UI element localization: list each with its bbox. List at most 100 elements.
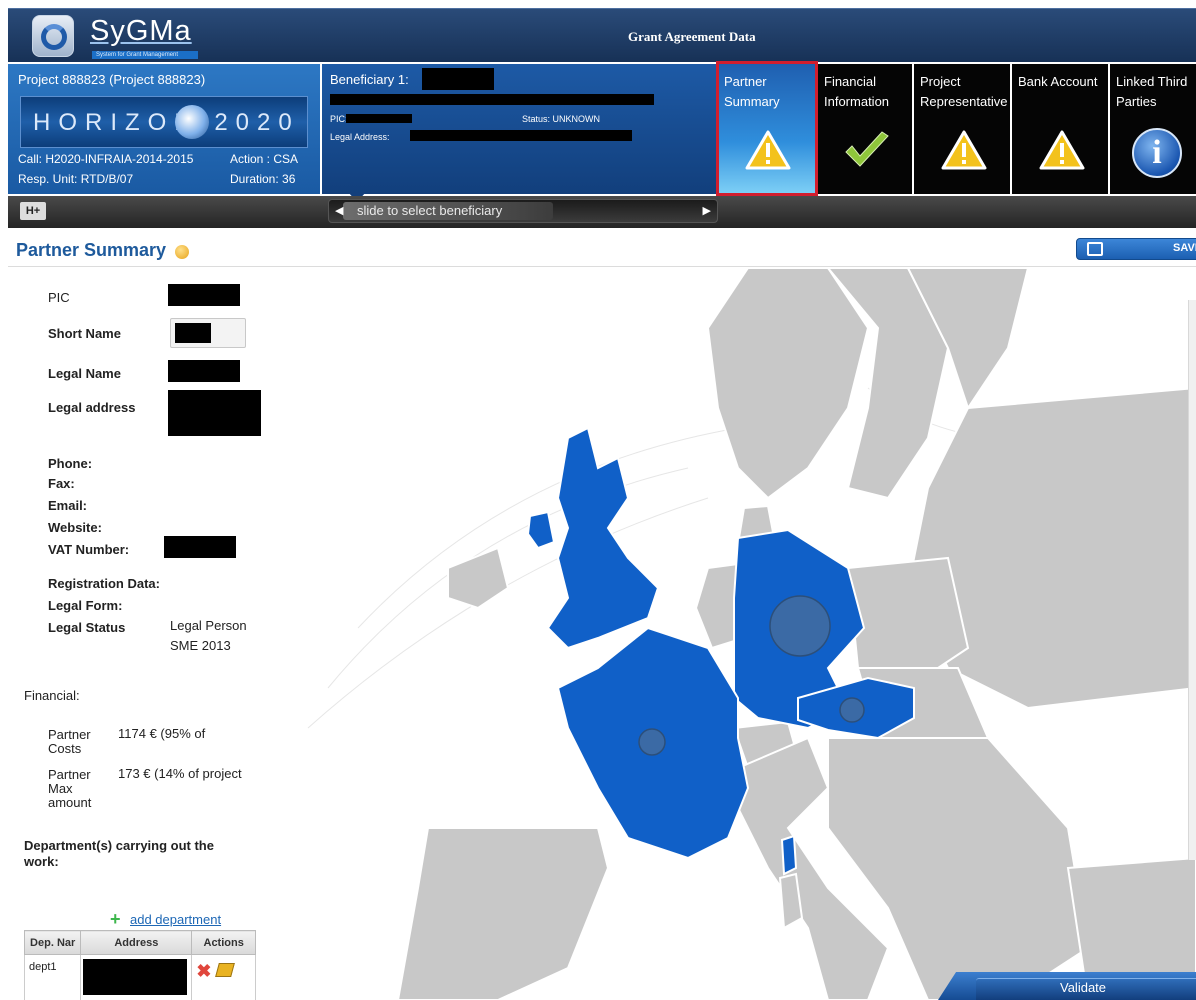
sme-status-value: SME 2013 bbox=[170, 638, 231, 653]
beneficiary-title: Beneficiary 1: bbox=[330, 72, 409, 87]
warning-icon bbox=[941, 130, 987, 170]
country-shape bbox=[396, 827, 610, 1000]
status-dot-icon bbox=[175, 245, 189, 259]
horizon-2020-logo: HORIZON 2020 bbox=[20, 96, 308, 148]
column-header[interactable]: Dep. Nar bbox=[23, 930, 82, 955]
beneficiary-slider[interactable]: ◀ slide to select beneficiary ▶ bbox=[328, 199, 718, 223]
registration-data-label: Registration Data: bbox=[48, 576, 160, 591]
save-button[interactable]: SAVE bbox=[1076, 238, 1196, 260]
validate-button[interactable]: Validate bbox=[938, 972, 1196, 1000]
departments-table: Dep. Nar Address Actions dept1 ✖ bbox=[23, 930, 256, 1000]
app-title: Grant Agreement Data bbox=[628, 29, 756, 44]
logo-subtitle: System for Grant Management bbox=[92, 51, 198, 59]
legal-status-value: Legal Person bbox=[170, 618, 247, 633]
redacted-legal-name bbox=[168, 360, 240, 382]
logo-text[interactable]: SyGMa bbox=[90, 15, 192, 48]
column-header[interactable]: Actions bbox=[191, 930, 256, 955]
call-id: Call: H2020-INFRAIA-2014-2015 bbox=[18, 152, 194, 166]
legal-status-label: Legal Status bbox=[48, 620, 126, 635]
plus-icon: + bbox=[110, 909, 121, 929]
legal-form-label: Legal Form: bbox=[48, 598, 123, 613]
redacted-vat-number bbox=[164, 536, 236, 558]
europe-map[interactable] bbox=[268, 268, 1196, 1000]
redacted-legal-address bbox=[168, 390, 261, 436]
tab-linked-third-parties[interactable]: Linked Third Parties i bbox=[1110, 64, 1196, 194]
country-highlight-ireland bbox=[526, 510, 556, 550]
partner-costs-label: Partner Costs bbox=[48, 727, 91, 756]
expand-button[interactable]: H+ bbox=[20, 202, 46, 220]
tab-financial-information[interactable]: Financial Information bbox=[818, 64, 912, 194]
responsible-unit: Resp. Unit: RTD/B/07 bbox=[18, 172, 134, 186]
slider-text: slide to select beneficiary bbox=[357, 203, 503, 218]
warning-icon bbox=[1039, 130, 1085, 170]
participation-bubble bbox=[638, 728, 666, 756]
programme-name: HORIZON 2020 bbox=[33, 109, 300, 136]
tab-project-representative[interactable]: Project Representative bbox=[914, 64, 1010, 194]
country-shape bbox=[706, 268, 870, 500]
participation-bubble bbox=[839, 697, 865, 723]
beneficiary-slide-bar: H+ ◀ slide to select beneficiary ▶ bbox=[8, 196, 1196, 228]
project-title: Project 888823 (Project 888823) bbox=[18, 72, 206, 87]
globe-icon bbox=[175, 105, 209, 139]
header-divider bbox=[8, 266, 1196, 267]
tab-label: Project Representative bbox=[920, 74, 1008, 109]
legal-address-label: Legal address bbox=[48, 400, 136, 415]
sygma-logo-icon[interactable] bbox=[32, 15, 74, 57]
beneficiary-panel: Beneficiary 1: PIC: Status: UNKNOWN Lega… bbox=[322, 64, 716, 194]
beneficiary-legal-address-label: Legal Address: bbox=[330, 132, 390, 142]
duration: Duration: 36 bbox=[230, 172, 296, 186]
legal-name-label: Legal Name bbox=[48, 366, 121, 381]
project-info-panel: Project 888823 (Project 888823) HORIZON … bbox=[8, 64, 320, 194]
partner-details-panel: PIC Short Name Legal Name Legal address … bbox=[8, 268, 264, 1000]
add-department-link[interactable]: + add department bbox=[110, 910, 222, 928]
validate-label: Validate bbox=[1060, 980, 1107, 995]
tab-bank-account[interactable]: Bank Account bbox=[1012, 64, 1108, 194]
partner-max-amount-label: Partner Max amount bbox=[48, 767, 92, 810]
tab-label: Linked Third Parties bbox=[1116, 74, 1188, 109]
short-name-field[interactable] bbox=[170, 318, 246, 348]
table-header-row: Dep. Nar Address Actions bbox=[23, 930, 256, 955]
save-label: SAVE bbox=[1173, 242, 1196, 254]
fax-label: Fax: bbox=[48, 476, 75, 491]
phone-label: Phone: bbox=[48, 456, 93, 471]
slider-left-arrow-icon[interactable]: ◀ bbox=[335, 204, 343, 217]
check-icon bbox=[845, 131, 889, 167]
delete-icon[interactable]: ✖ bbox=[196, 961, 211, 981]
vat-number-label: VAT Number: bbox=[48, 542, 130, 557]
departments-heading: Department(s) carrying out the work: bbox=[24, 838, 214, 869]
department-address-cell bbox=[80, 954, 193, 1000]
column-header[interactable]: Address bbox=[80, 930, 193, 955]
participation-bubble bbox=[769, 595, 831, 657]
partner-max-amount-value: 173 € (14% of project bbox=[118, 766, 242, 781]
redacted-pic-value bbox=[168, 284, 240, 306]
map-scrollbar[interactable] bbox=[1188, 300, 1196, 860]
redacted-pic bbox=[346, 114, 412, 123]
page-title: Partner Summary bbox=[16, 240, 167, 260]
slider-right-arrow-icon[interactable]: ▶ bbox=[703, 204, 711, 217]
pic-label: PIC bbox=[48, 290, 70, 305]
redacted-beneficiary-name bbox=[422, 68, 494, 90]
top-bar: SyGMa System for Grant Management Grant … bbox=[8, 8, 1196, 62]
info-icon: i bbox=[1132, 128, 1182, 178]
action-type: Action : CSA bbox=[230, 152, 299, 166]
department-actions-cell: ✖ bbox=[191, 954, 256, 1000]
email-label: Email: bbox=[48, 498, 88, 513]
country-highlight-corsica bbox=[780, 834, 798, 876]
add-department-label: add department bbox=[130, 912, 222, 927]
financial-heading: Financial: bbox=[24, 688, 80, 703]
table-row: dept1 ✖ bbox=[23, 954, 256, 1000]
active-tab-highlight bbox=[716, 61, 818, 196]
redacted-beneficiary-details bbox=[330, 94, 654, 105]
beneficiary-status: Status: UNKNOWN bbox=[522, 114, 601, 124]
tab-label: Bank Account bbox=[1018, 74, 1098, 89]
department-name-cell: dept1 bbox=[23, 954, 82, 1000]
beneficiary-pic-label: PIC: bbox=[330, 114, 348, 124]
short-name-label: Short Name bbox=[48, 326, 121, 341]
partner-costs-value: 1174 € (95% of bbox=[118, 726, 206, 741]
save-icon bbox=[1087, 242, 1103, 256]
edit-icon[interactable] bbox=[215, 963, 236, 977]
country-shape bbox=[447, 546, 510, 610]
website-label: Website: bbox=[48, 520, 102, 535]
tab-label: Financial Information bbox=[824, 74, 890, 109]
redacted-legal-address bbox=[410, 130, 632, 141]
